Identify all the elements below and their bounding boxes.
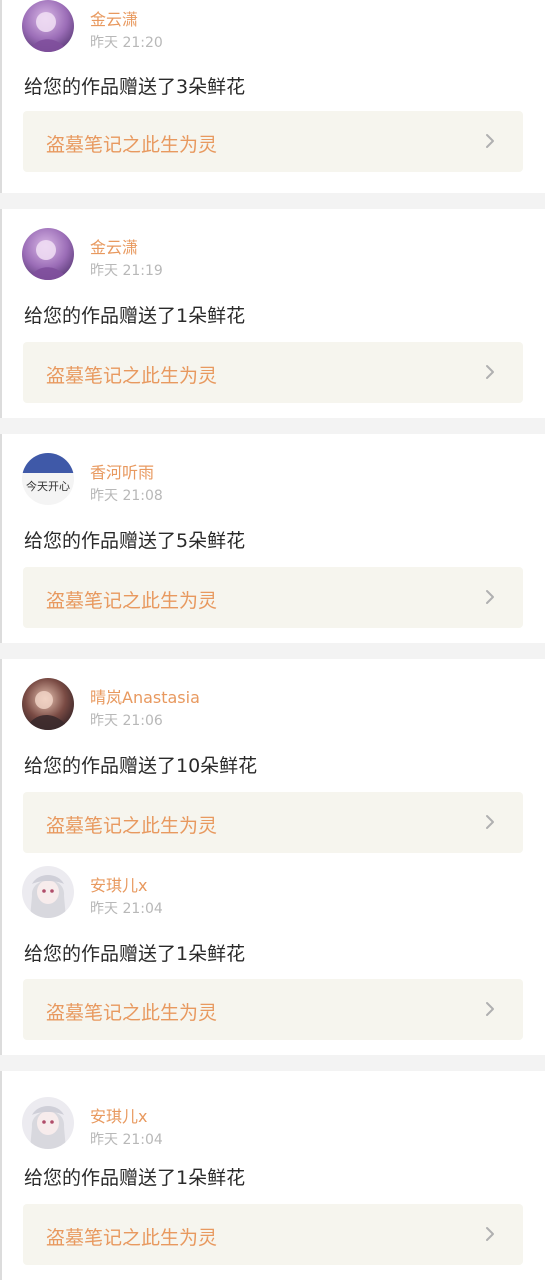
- section-divider: [0, 418, 545, 434]
- work-link-button[interactable]: 盗墓笔记之此生为灵: [23, 567, 523, 628]
- work-link-button[interactable]: 盗墓笔记之此生为灵: [23, 342, 523, 403]
- work-link-button[interactable]: 盗墓笔记之此生为灵: [23, 111, 523, 172]
- notification-card: 金云潇 昨天 21:20 给您的作品赠送了3朵鲜花 盗墓笔记之此生为灵: [0, 0, 545, 193]
- notification-header: 金云潇 昨天 21:19: [0, 222, 545, 282]
- notification-feed: 金云潇 昨天 21:20 给您的作品赠送了3朵鲜花 盗墓笔记之此生为灵 金云潇 …: [0, 0, 545, 1280]
- user-name[interactable]: 金云潇: [90, 6, 138, 30]
- notification-header: 安琪儿x 昨天 21:04: [0, 1091, 545, 1151]
- notification-header: 安琪儿x 昨天 21:04: [0, 860, 545, 920]
- work-title: 盗墓笔记之此生为灵: [46, 134, 218, 156]
- purple-portrait-avatar[interactable]: [22, 228, 74, 280]
- notification-card: 安琪儿x 昨天 21:04 给您的作品赠送了1朵鲜花 盗墓笔记之此生为灵: [0, 1071, 545, 1280]
- notification-header: 今天开心 香河听雨 昨天 21:08: [0, 447, 545, 507]
- work-title: 盗墓笔记之此生为灵: [46, 1002, 218, 1024]
- notification-group: 晴岚Anastasia 昨天 21:06 给您的作品赠送了10朵鲜花 盗墓笔记之…: [0, 659, 545, 1055]
- dark-portrait-avatar[interactable]: [22, 678, 74, 730]
- gift-message: 给您的作品赠送了3朵鲜花: [24, 76, 246, 98]
- timestamp: 昨天 21:04: [90, 901, 163, 917]
- section-divider: [0, 193, 545, 209]
- user-name[interactable]: 香河听雨: [90, 459, 154, 483]
- section-divider: [0, 643, 545, 659]
- chevron-right-icon: [486, 815, 494, 829]
- chevron-right-icon: [486, 590, 494, 604]
- chevron-right-icon: [486, 1002, 494, 1016]
- section-divider: [0, 1055, 545, 1071]
- timestamp: 昨天 21:19: [90, 263, 163, 279]
- white-hair-anime-avatar[interactable]: [22, 1097, 74, 1149]
- timestamp: 昨天 21:06: [90, 713, 163, 729]
- user-name[interactable]: 安琪儿x: [90, 872, 147, 896]
- white-hair-anime-avatar[interactable]: [22, 866, 74, 918]
- chevron-right-icon: [486, 365, 494, 379]
- work-title: 盗墓笔记之此生为灵: [46, 1227, 218, 1249]
- notification-card: 金云潇 昨天 21:19 给您的作品赠送了1朵鲜花 盗墓笔记之此生为灵: [0, 209, 545, 418]
- chevron-right-icon: [486, 1227, 494, 1241]
- gift-message: 给您的作品赠送了1朵鲜花: [24, 943, 246, 965]
- gift-message: 给您的作品赠送了5朵鲜花: [24, 530, 246, 552]
- user-name[interactable]: 安琪儿x: [90, 1103, 147, 1127]
- work-title: 盗墓笔记之此生为灵: [46, 365, 218, 387]
- gift-message: 给您的作品赠送了1朵鲜花: [24, 1167, 246, 1189]
- svg-text:今天开心: 今天开心: [26, 479, 70, 493]
- gift-message: 给您的作品赠送了1朵鲜花: [24, 305, 246, 327]
- blue-banner-avatar[interactable]: 今天开心: [22, 453, 74, 505]
- purple-portrait-avatar[interactable]: [22, 0, 74, 52]
- notification-header: 晴岚Anastasia 昨天 21:06: [0, 672, 545, 732]
- timestamp: 昨天 21:20: [90, 35, 163, 51]
- work-title: 盗墓笔记之此生为灵: [46, 815, 218, 837]
- user-name[interactable]: 晴岚Anastasia: [90, 684, 200, 708]
- work-link-button[interactable]: 盗墓笔记之此生为灵: [23, 1204, 523, 1265]
- notification-card: 今天开心 香河听雨 昨天 21:08 给您的作品赠送了5朵鲜花 盗墓笔记之此生为…: [0, 434, 545, 643]
- chevron-right-icon: [486, 134, 494, 148]
- user-name[interactable]: 金云潇: [90, 234, 138, 258]
- work-title: 盗墓笔记之此生为灵: [46, 590, 218, 612]
- notification-header: 金云潇 昨天 21:20: [0, 0, 545, 54]
- gift-message: 给您的作品赠送了10朵鲜花: [24, 755, 258, 777]
- work-link-button[interactable]: 盗墓笔记之此生为灵: [23, 792, 523, 853]
- timestamp: 昨天 21:04: [90, 1132, 163, 1148]
- timestamp: 昨天 21:08: [90, 488, 163, 504]
- work-link-button[interactable]: 盗墓笔记之此生为灵: [23, 979, 523, 1040]
